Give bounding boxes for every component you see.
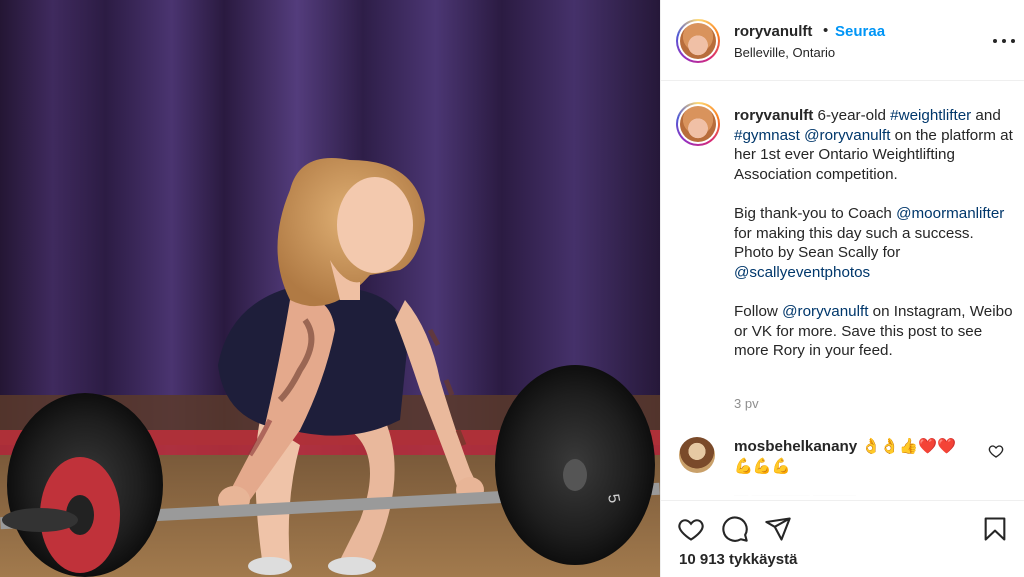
commenter-avatar[interactable] bbox=[679, 437, 715, 473]
caption-username[interactable]: roryvanulft bbox=[734, 107, 813, 124]
post-side-panel: roryvanulft • Seuraa Belleville, Ontario… bbox=[660, 0, 1024, 577]
mention-link[interactable]: @roryvanulft bbox=[782, 303, 868, 320]
likes-count[interactable]: 10 913 tykkäystä bbox=[679, 551, 797, 568]
post-age[interactable]: 3 pv bbox=[734, 396, 759, 411]
mention-link[interactable]: @scallyeventphotos bbox=[734, 264, 870, 281]
next-comment-peek: ━━ ━━━━━━━━ ━━━━━━ bbox=[734, 490, 856, 496]
author-avatar[interactable] bbox=[676, 19, 720, 63]
more-options-icon[interactable] bbox=[993, 30, 1015, 52]
comments-scroll-area[interactable]: roryvanulft 6-year-old #weightlifter and… bbox=[661, 82, 1024, 500]
hashtag-link[interactable]: #weightlifter bbox=[890, 107, 971, 124]
follow-button[interactable]: Seuraa bbox=[835, 23, 885, 40]
caption-paragraph-3: Follow @roryvanulft on Instagram, Weibo … bbox=[734, 302, 1016, 361]
commenter-username[interactable]: mosbehelkanany bbox=[734, 438, 857, 455]
caption-text: Big thank-you to Coach bbox=[734, 204, 897, 222]
caption-author-avatar[interactable] bbox=[676, 102, 720, 146]
caption-paragraph-1: roryvanulft 6-year-old #weightlifter and… bbox=[734, 106, 1016, 184]
weightlifter-photo: 5 bbox=[0, 0, 660, 577]
comment-icon[interactable] bbox=[721, 515, 749, 543]
instagram-post: 5 roryvanulft • Seuraa Belleville, Ontar… bbox=[0, 0, 1024, 577]
hashtag-link[interactable]: #gymnast bbox=[734, 127, 800, 144]
caption-text: for making this day such a success. Phot… bbox=[734, 224, 974, 262]
location-link[interactable]: Belleville, Ontario bbox=[734, 45, 835, 60]
author-username[interactable]: roryvanulft bbox=[734, 23, 812, 40]
mention-link[interactable]: @roryvanulft bbox=[804, 127, 890, 144]
save-icon[interactable] bbox=[981, 515, 1009, 543]
comment-like-heart-icon[interactable] bbox=[988, 443, 1004, 459]
separator-dot: • bbox=[823, 22, 829, 39]
caption-text: and bbox=[971, 107, 1001, 124]
caption-text: Follow bbox=[734, 302, 783, 320]
post-header: roryvanulft • Seuraa Belleville, Ontario bbox=[661, 0, 1024, 81]
caption-text: 6-year-old bbox=[813, 107, 891, 124]
post-actions: 10 913 tykkäystä bbox=[661, 500, 1024, 577]
comment-text-block: mosbehelkanany 👌👌👍❤️❤️💪💪💪 bbox=[734, 437, 974, 477]
mention-link[interactable]: @moormanlifter bbox=[896, 205, 1004, 222]
share-icon[interactable] bbox=[764, 515, 792, 543]
heart-icon[interactable] bbox=[677, 515, 705, 543]
post-photo[interactable]: 5 bbox=[0, 0, 660, 577]
post-caption: roryvanulft 6-year-old #weightlifter and… bbox=[734, 106, 1016, 361]
caption-paragraph-2: Big thank-you to Coach @moormanlifter fo… bbox=[734, 204, 1016, 282]
